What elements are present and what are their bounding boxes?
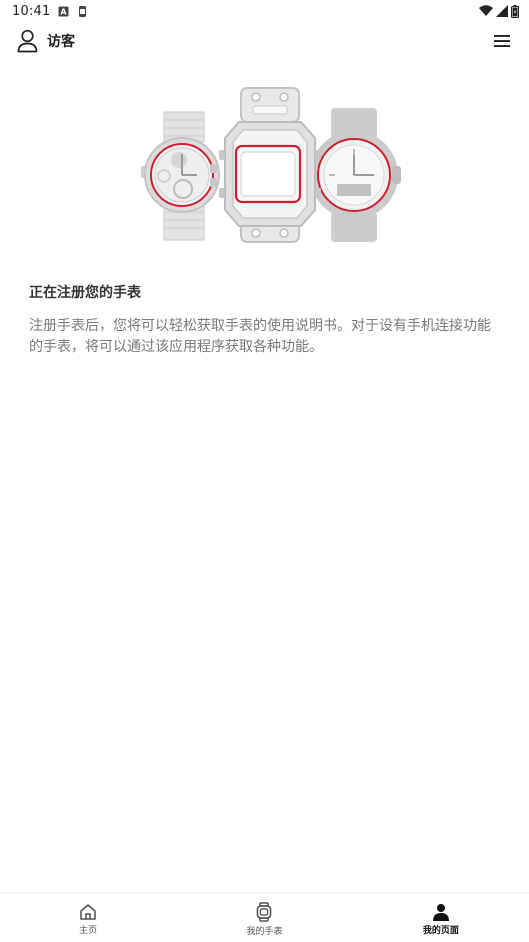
tab-label-my-page: 我的页面 — [422, 926, 459, 936]
tab-my-page[interactable]: 我的页面 — [353, 893, 529, 942]
square-digital-watch-illustration — [219, 87, 321, 243]
svg-text:A: A — [61, 7, 68, 16]
tab-label-my-watch: 我的手表 — [246, 927, 283, 937]
app-header: 访客 — [0, 24, 529, 58]
a-icon: A — [58, 6, 69, 16]
tab-label-home: 主页 — [79, 926, 98, 936]
status-left: 10:41 A — [12, 4, 88, 19]
user-name: 访客 — [47, 34, 75, 50]
menu-button[interactable] — [491, 30, 513, 52]
hamburger-menu-icon — [494, 35, 510, 47]
three-watches-illustration — [141, 87, 401, 243]
tab-my-watch[interactable]: 我的手表 — [176, 893, 352, 942]
signal-icon — [496, 5, 508, 17]
user-profile-button[interactable]: 访客 — [17, 29, 75, 53]
status-time: 10:41 — [12, 3, 51, 19]
status-bar: 10:41 A — [0, 0, 529, 22]
person-outline-icon — [17, 29, 38, 53]
battery-icon — [511, 4, 519, 18]
bottom-tab-bar: 主页 我的手表 我的页面 — [0, 892, 529, 942]
status-right — [479, 4, 519, 18]
page-title: 正在注册您的手表 — [29, 285, 141, 301]
watch-icon — [257, 902, 272, 922]
watch-notification-icon — [79, 5, 87, 17]
chronograph-watch-illustration — [141, 111, 220, 241]
wifi-icon — [479, 5, 493, 16]
home-icon — [80, 904, 96, 920]
outdoor-watch-illustration — [307, 108, 401, 242]
page-description: 注册手表后，您将可以轻松获取手表的使用说明书。对于设有手机连接功能的手表，将可以… — [29, 318, 491, 355]
person-icon — [432, 904, 449, 921]
tab-home[interactable]: 主页 — [0, 893, 176, 942]
